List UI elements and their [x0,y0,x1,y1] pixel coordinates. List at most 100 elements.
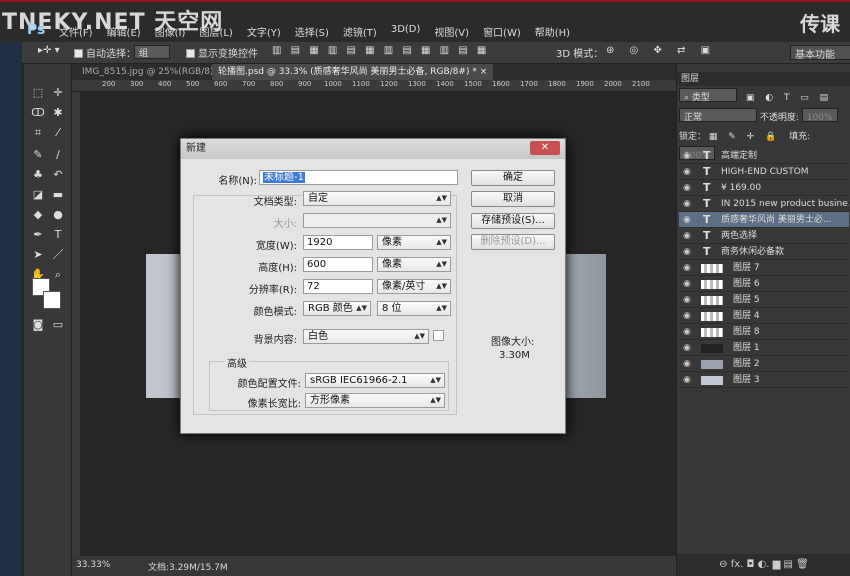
healing-brush-icon[interactable]: ✎ [28,146,48,164]
height-field[interactable]: 600 [303,257,373,272]
show-transform-checkbox[interactable] [186,49,195,58]
menu-3d[interactable]: 3D(D) [384,22,428,40]
layer-row[interactable]: ◉ 图层 6 [679,276,849,292]
lock-icons[interactable]: ▦ ✎ ✛ 🔒 [709,132,780,142]
layer-row[interactable]: ◉ 图层 5 [679,292,849,308]
blend-mode-dropdown[interactable]: 正常 [679,108,757,123]
background-color-swatch[interactable] [43,291,61,309]
eyedropper-icon[interactable]: ⁄ [48,124,68,142]
magic-wand-icon[interactable]: ✱ [48,104,68,122]
brush-tool-icon[interactable]: ∕ [48,146,68,164]
eye-icon[interactable]: ◉ [683,180,695,195]
menu-window[interactable]: 窗口(W) [476,22,528,40]
tab-close-icon[interactable]: × [480,67,488,77]
eye-icon[interactable]: ◉ [683,356,695,371]
layers-panel-title[interactable]: 图层 [677,72,850,86]
background-color-swatch[interactable] [433,330,444,341]
workspace-dropdown[interactable]: 基本功能 [790,45,850,61]
gradient-tool-icon[interactable]: ▬ [48,186,68,204]
ok-button[interactable]: 确定 [471,170,555,186]
pixel-aspect-dropdown[interactable]: 方形像素 ▲▼ [305,393,445,408]
resolution-field[interactable]: 72 [303,279,373,294]
tab-carousel-psd[interactable]: 轮播图.psd @ 33.3% (质感奢华风尚 美丽男士必备, RGB/8#) … [212,64,494,80]
save-preset-button[interactable]: 存储预设(S)... [471,213,555,229]
path-select-icon[interactable]: ➤ [28,246,48,264]
layer-row[interactable]: ◉ 图层 2 [679,356,849,372]
color-mode-dropdown[interactable]: RGB 颜色 ▲▼ [303,301,371,316]
layer-row[interactable]: ◉ T 商务休闲必备款 [679,244,849,260]
eye-icon[interactable]: ◉ [683,308,695,323]
filter-icons[interactable]: ▣ ◐ T ▭ ▤ [746,93,832,103]
eye-icon[interactable]: ◉ [683,324,695,339]
eye-icon[interactable]: ◉ [683,292,695,307]
advanced-label[interactable]: 高级 [225,355,249,370]
move-tool-icon[interactable]: ▸✛ ▾ [38,45,60,56]
delete-preset-button[interactable]: 删除预设(D)... [471,234,555,250]
layer-row[interactable]: ◉ T IN 2015 new product busine... [679,196,849,212]
layer-filter-dropdown[interactable]: ⌕ 类型 [679,88,737,103]
quick-mask-icon[interactable]: ◙ [28,316,48,334]
menu-layer[interactable]: 图层(L) [192,22,239,40]
color-profile-dropdown[interactable]: sRGB IEC61966-2.1 ▲▼ [305,373,445,388]
size-dropdown[interactable]: ▲▼ [303,213,451,228]
crop-tool-icon[interactable]: ⌗ [28,124,48,142]
eye-icon[interactable]: ◉ [683,212,695,227]
menu-edit[interactable]: 编辑(E) [100,22,148,40]
width-unit-dropdown[interactable]: 像素 ▲▼ [377,235,451,250]
auto-select-dropdown[interactable]: 组 [134,45,170,59]
blur-tool-icon[interactable]: ◆ [28,206,48,224]
eye-icon[interactable]: ◉ [683,276,695,291]
name-field[interactable]: 未标题-1 [259,170,458,185]
eye-icon[interactable]: ◉ [683,196,695,211]
line-tool-icon[interactable]: ／ [48,246,68,264]
lasso-tool-icon[interactable]: ↀ [28,104,48,122]
layer-row[interactable]: ◉ 图层 3 [679,372,849,388]
bit-depth-dropdown[interactable]: 8 位 ▲▼ [377,301,451,316]
auto-select-checkbox[interactable] [74,49,83,58]
layer-row[interactable]: ◉ 图层 8 [679,324,849,340]
layer-row[interactable]: ◉ 图层 1 [679,340,849,356]
type-tool-icon[interactable]: T [48,226,68,244]
menu-select[interactable]: 选择(S) [288,22,336,40]
menu-view[interactable]: 视图(V) [427,22,476,40]
eye-icon[interactable]: ◉ [683,372,695,387]
eye-icon[interactable]: ◉ [683,164,695,179]
eye-icon[interactable]: ◉ [683,260,695,275]
layer-row[interactable]: ◉ 图层 7 [679,260,849,276]
dodge-tool-icon[interactable]: ● [48,206,68,224]
layer-row[interactable]: ◉ T ¥ 169.00 [679,180,849,196]
align-icons[interactable]: ▥ ▤ ▦ ▥ ▤ ▦ ▥ ▤ ▦ ▥ ▤ ▦ [272,45,489,56]
eye-icon[interactable]: ◉ [683,228,695,243]
layer-row[interactable]: ◉ T HIGH-END CUSTOM [679,164,849,180]
zoom-tool-icon[interactable]: ⌕ [48,266,68,284]
height-unit-dropdown[interactable]: 像素 ▲▼ [377,257,451,272]
menu-image[interactable]: 图像(I) [148,22,193,40]
layer-row-selected[interactable]: ◉ T 质感奢华风尚 美丽男士必... [679,212,849,228]
eye-icon[interactable]: ◉ [683,244,695,259]
layer-row[interactable]: ◉ 图层 4 [679,308,849,324]
layer-row[interactable]: ◉ T 两色选择 [679,228,849,244]
stamp-tool-icon[interactable]: ♣ [28,166,48,184]
background-dropdown[interactable]: 白色 ▲▼ [303,329,429,344]
eye-icon[interactable]: ◉ [683,148,695,163]
marquee-tool-icon[interactable]: ⬚ [28,84,48,102]
menu-file[interactable]: 文件(F) [52,22,100,40]
menu-help[interactable]: 帮助(H) [528,22,577,40]
3d-mode-icons[interactable]: ⊛ ◎ ✥ ⇄ ▣ [606,45,716,56]
history-brush-icon[interactable]: ↶ [48,166,68,184]
close-icon[interactable]: ✕ [530,141,560,155]
layers-panel-footer-icons[interactable]: ⊖ fx. ◘ ◐. ▆ ▤ 🗑 [677,554,850,576]
preset-dropdown[interactable]: 自定 ▲▼ [303,191,451,206]
resolution-unit-dropdown[interactable]: 像素/英寸 ▲▼ [377,279,451,294]
eye-icon[interactable]: ◉ [683,340,695,355]
pen-tool-icon[interactable]: ✒ [28,226,48,244]
show-transform-option[interactable]: 显示变换控件 [186,45,258,60]
screen-mode-icon[interactable]: ▭ [48,316,68,334]
auto-select-option[interactable]: 自动选择： [74,45,136,60]
width-field[interactable]: 1920 [303,235,373,250]
opacity-value[interactable]: 100% [801,108,838,123]
menu-filter[interactable]: 滤镜(T) [336,22,384,40]
tab-img-8515[interactable]: IMG_8515.jpg @ 25%(RGB/8) × [76,64,230,80]
eraser-tool-icon[interactable]: ◪ [28,186,48,204]
zoom-level[interactable]: 33.33% [76,560,110,570]
